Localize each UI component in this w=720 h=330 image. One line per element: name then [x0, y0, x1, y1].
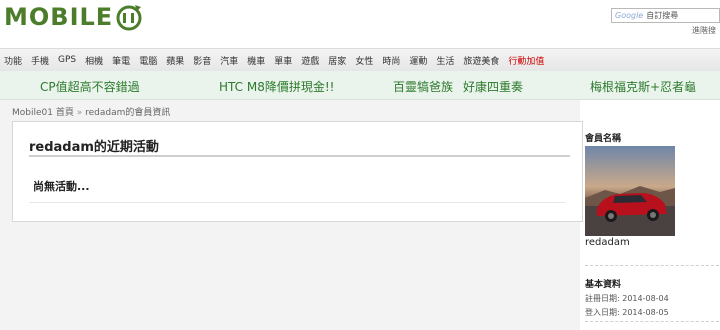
activity-empty-message: 尚無活動... [33, 180, 90, 193]
nav-item-14[interactable]: 時尚 [382, 54, 400, 67]
nav-item-3[interactable]: 相機 [85, 54, 103, 67]
nav-item-6[interactable]: 蘋果 [166, 54, 184, 67]
member-name-heading: 會員名稱 [585, 134, 622, 144]
activity-title: redadam的近期活動 [29, 140, 159, 155]
avatar[interactable] [585, 146, 675, 236]
breadcrumb-home-link[interactable]: Mobile01 首頁 [12, 108, 74, 118]
basic-info-heading: 基本資料 [585, 280, 622, 290]
nav-item-0[interactable]: 功能 [4, 54, 22, 67]
nav-item-11[interactable]: 遊戲 [301, 54, 319, 67]
registered-date: 註冊日期: 2014-08-04 [585, 294, 669, 303]
site-header: MOBILE Google 自訂搜尋 進階搜 [0, 0, 720, 46]
nav-item-1[interactable]: 手機 [31, 54, 49, 67]
logo-01-icon [116, 5, 142, 31]
nav-item-15[interactable]: 運動 [409, 54, 427, 67]
avatar-car-image [585, 146, 675, 236]
promo-bar: CP值超高不容錯過 HTC M8降價拼現金!! 百靈犒爸族 好康四重奏 梅根福克… [0, 71, 720, 100]
nav-item-13[interactable]: 女性 [355, 54, 373, 67]
promo-link-4[interactable]: 好康四重奏 [463, 78, 523, 95]
breadcrumb: Mobile01 首頁 » redadam的會員資訊 [12, 105, 170, 118]
promo-link-3[interactable]: 百靈犒爸族 [393, 78, 453, 95]
nav-item-17[interactable]: 旅遊美食 [463, 54, 499, 67]
nav-item-9[interactable]: 機車 [247, 54, 265, 67]
activity-card: redadam的近期活動 尚無活動... [12, 121, 583, 222]
main-nav: 功能 手機 GPS 相機 筆電 電腦 蘋果 影音 汽車 機車 單車 遊戲 居家 女性 時尚 運動 生活 旅遊美食行… [0, 48, 720, 72]
nav-item-18[interactable]: 行動加值 [508, 54, 544, 67]
search-input[interactable]: Google 自訂搜尋 [611, 8, 720, 23]
member-username[interactable]: redadam [585, 237, 630, 248]
nav-item-4[interactable]: 筆電 [112, 54, 130, 67]
nav-item-16[interactable]: 生活 [436, 54, 454, 67]
site-logo[interactable]: MOBILE [4, 3, 143, 31]
nav-item-2[interactable]: GPS [58, 55, 76, 65]
search-placeholder: 自訂搜尋 [646, 11, 679, 20]
advanced-search-link[interactable]: 進階搜 [692, 25, 716, 36]
last-login-date: 登入日期: 2014-08-05 [585, 308, 669, 317]
nav-item-12[interactable]: 居家 [328, 54, 346, 67]
breadcrumb-separator: » [76, 108, 83, 118]
activity-divider [29, 202, 565, 203]
promo-link-1[interactable]: CP值超高不容錯過 [40, 78, 140, 95]
nav-item-8[interactable]: 汽車 [220, 54, 238, 67]
nav-item-7[interactable]: 影音 [193, 54, 211, 67]
sidebar-divider-2 [585, 321, 719, 323]
promo-link-5[interactable]: 梅根福克斯+忍者龜 [590, 78, 696, 95]
promo-link-2[interactable]: HTC M8降價拼現金!! [219, 78, 334, 95]
nav-item-5[interactable]: 電腦 [139, 54, 157, 67]
title-divider [29, 155, 570, 157]
member-sidebar: 會員名稱 redadam 基本資料 註冊日期: 2014-08-04 登入日期:… [583, 121, 720, 330]
logo-text: MOBILE [4, 3, 114, 31]
sidebar-divider [585, 265, 719, 267]
breadcrumb-current[interactable]: redadam的會員資訊 [85, 108, 170, 118]
nav-item-10[interactable]: 單車 [274, 54, 292, 67]
google-search-brand: Google [615, 11, 644, 20]
